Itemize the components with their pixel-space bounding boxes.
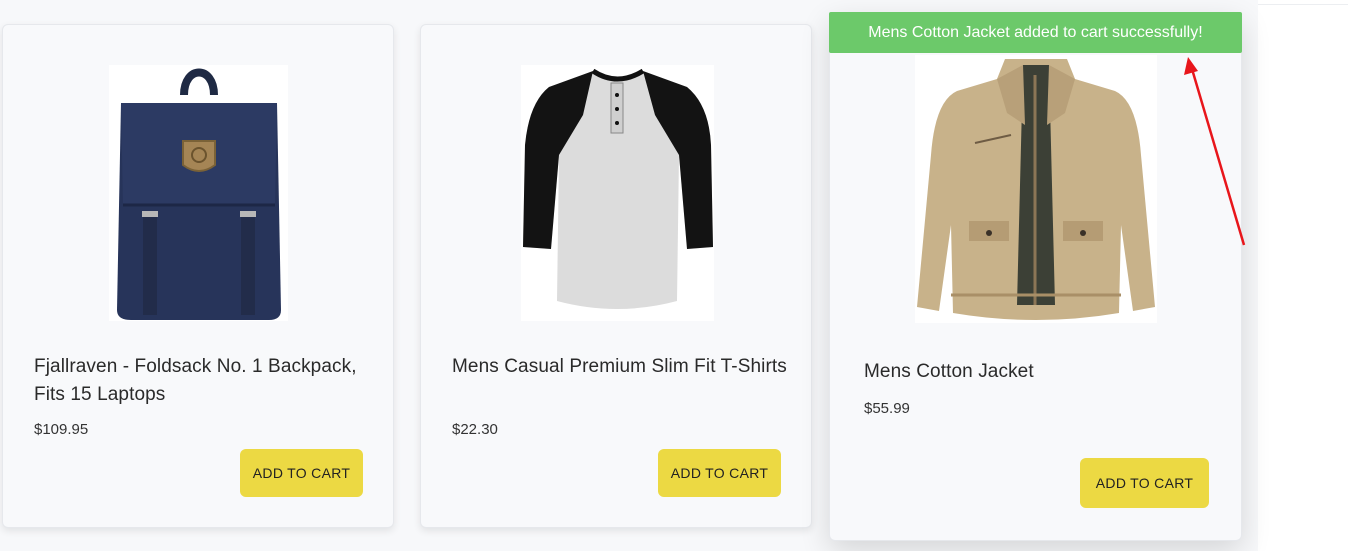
product-price: $55.99 xyxy=(864,400,910,417)
product-price: $109.95 xyxy=(34,421,89,438)
divider xyxy=(1258,4,1348,5)
product-image-backpack[interactable] xyxy=(109,65,288,321)
product-card-jacket: Mens Cotton Jacket $55.99 ADD TO CART xyxy=(829,12,1242,541)
backpack-image xyxy=(109,65,288,321)
product-card-backpack: Fjallraven - Foldsack No. 1 Backpack, Fi… xyxy=(2,24,394,528)
right-panel xyxy=(1258,0,1348,551)
product-card-tshirt: Mens Casual Premium Slim Fit T-Shirts $2… xyxy=(420,24,812,528)
product-title[interactable]: Mens Cotton Jacket xyxy=(864,358,1214,386)
product-price: $22.30 xyxy=(452,421,498,438)
cotton-jacket-image xyxy=(915,55,1157,323)
product-image-tshirt[interactable] xyxy=(521,65,714,321)
product-title[interactable]: Fjallraven - Foldsack No. 1 Backpack, Fi… xyxy=(34,353,369,409)
success-toast: Mens Cotton Jacket added to cart success… xyxy=(829,12,1242,53)
raglan-tshirt-image xyxy=(521,65,714,321)
product-image-jacket[interactable] xyxy=(915,55,1157,323)
product-title[interactable]: Mens Casual Premium Slim Fit T-Shirts xyxy=(452,353,787,381)
add-to-cart-button[interactable]: ADD TO CART xyxy=(1080,458,1209,508)
add-to-cart-button[interactable]: ADD TO CART xyxy=(240,449,363,497)
add-to-cart-button[interactable]: ADD TO CART xyxy=(658,449,781,497)
